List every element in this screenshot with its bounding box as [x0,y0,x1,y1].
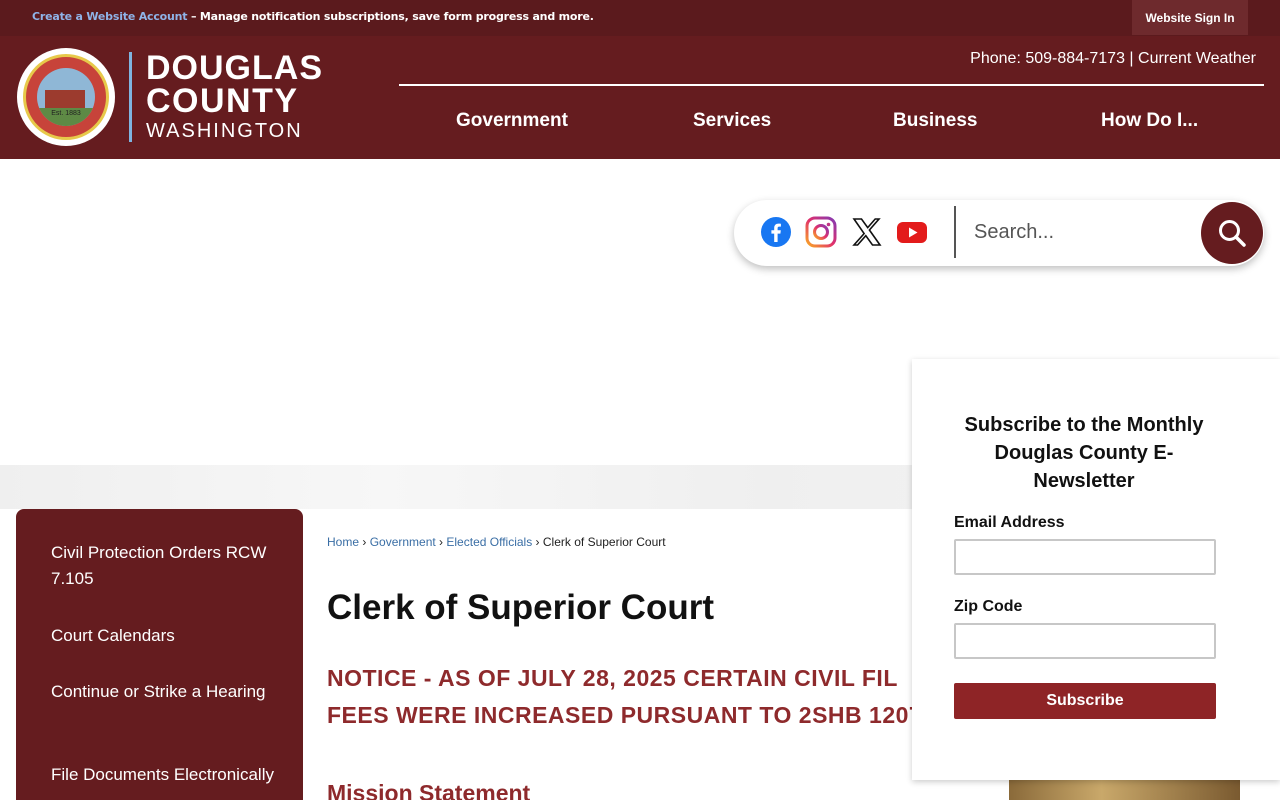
nav-divider [399,84,1264,86]
logo-text-washington[interactable]: WASHINGTON [146,119,303,143]
current-weather-link[interactable]: Current Weather [1138,50,1256,67]
search-icon [1219,220,1246,247]
breadcrumb: Home › Government › Elected Officials › … [327,535,666,549]
newsletter-signup-panel: Subscribe to the Monthly Douglas County … [912,359,1280,780]
email-label: Email Address [954,514,1065,531]
seal-ring: Est. 1883 [23,54,109,140]
search-input[interactable] [974,212,1194,252]
fee-notice-line1: NOTICE - AS OF JULY 28, 2025 CERTAIN CIV… [327,665,898,691]
instagram-icon[interactable] [805,216,837,248]
search-button[interactable] [1201,202,1263,264]
nav-services[interactable]: Services [693,110,771,132]
account-banner-text: – Manage notification subscriptions, sav… [187,10,594,23]
sidebar-item-file-documents[interactable]: File Documents Electronically [51,762,281,788]
sidebar-nav: Civil Protection Orders RCW 7.105 Court … [16,509,303,800]
sidebar-item-civil-protection-orders[interactable]: Civil Protection Orders RCW 7.105 [51,540,281,592]
newsletter-title: Subscribe to the Monthly Douglas County … [964,414,1204,492]
fee-notice: NOTICE - AS OF JULY 28, 2025 CERTAIN CIV… [327,660,927,734]
facebook-icon[interactable] [760,216,792,248]
top-bar: Create a Website Account – Manage notifi… [0,0,1280,36]
x-icon[interactable] [851,216,883,248]
youtube-icon[interactable] [896,216,928,248]
phone-link[interactable]: Phone: 509-884-7173 [970,50,1125,67]
email-field[interactable] [954,539,1216,575]
nav-government[interactable]: Government [456,110,568,132]
page-title: Clerk of Superior Court [327,588,714,627]
breadcrumb-government[interactable]: Government [370,535,436,549]
search-divider [954,206,956,258]
clerk-photo [1009,779,1240,800]
breadcrumb-elected-officials[interactable]: Elected Officials [446,535,532,549]
breadcrumb-home[interactable]: Home [327,535,359,549]
logo-text-douglas[interactable]: DOUGLAS [146,50,323,86]
seal-est-text: Est. 1883 [51,110,81,117]
breadcrumb-separator: › [359,535,370,549]
header-contact: Phone: 509-884-7173 | Current Weather [970,50,1256,68]
create-account-link[interactable]: Create a Website Account [32,10,188,23]
zip-label: Zip Code [954,598,1023,615]
site-header: Est. 1883 DOUGLAS COUNTY WASHINGTON Phon… [0,36,1280,159]
zip-code-field[interactable] [954,623,1216,659]
breadcrumb-separator: › [532,535,543,549]
fee-notice-line2: FEES WERE INCREASED PURSUANT TO 2SHB 120… [327,702,927,728]
seal-image: Est. 1883 [37,68,95,126]
account-banner: Create a Website Account – Manage notifi… [32,10,594,23]
county-seal-logo[interactable]: Est. 1883 [17,48,115,146]
sidebar-item-continue-or-strike[interactable]: Continue or Strike a Hearing [51,679,281,705]
logo-text-county[interactable]: COUNTY [146,83,299,119]
sign-in-button[interactable]: Website Sign In [1132,0,1248,35]
logo-divider [129,52,132,142]
nav-how-do-i[interactable]: How Do I... [1101,110,1198,132]
subscribe-button[interactable]: Subscribe [954,683,1216,719]
nav-business[interactable]: Business [893,110,977,132]
sidebar-item-court-calendars[interactable]: Court Calendars [51,623,281,649]
breadcrumb-separator: › [435,535,447,549]
social-search-bar [734,200,1264,266]
breadcrumb-current: Clerk of Superior Court [542,535,666,549]
contact-separator: | [1124,50,1139,67]
mission-statement-heading: Mission Statement [327,780,531,800]
